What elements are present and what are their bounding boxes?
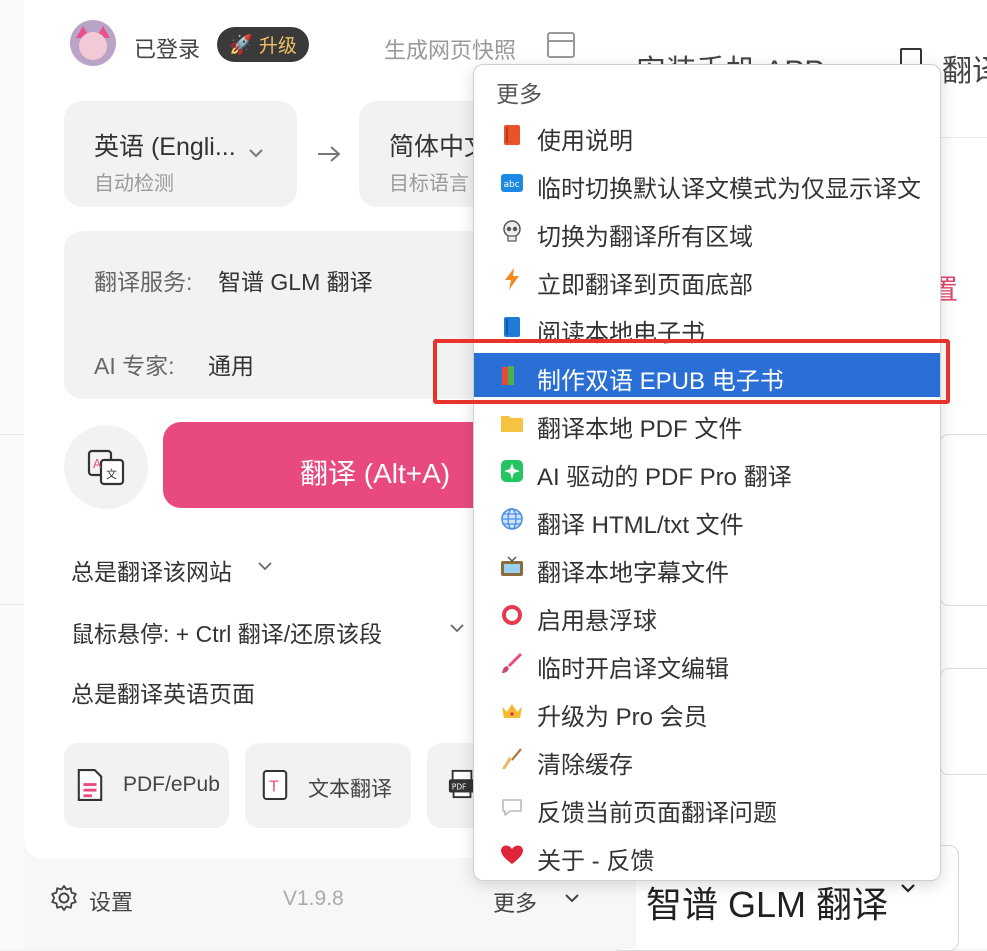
always-translate-language-label: 总是翻译英语页面: [71, 681, 255, 707]
settings-button[interactable]: 设置: [89, 885, 133, 917]
more-button[interactable]: 更多: [493, 886, 537, 918]
ring-icon: [502, 605, 522, 625]
menu-item-label: 立即翻译到页面底部: [537, 272, 753, 299]
chevron-down-icon: [450, 624, 464, 633]
login-status: 已登录: [134, 37, 201, 62]
heart-icon: [501, 845, 523, 864]
manual-book-icon: [504, 125, 520, 145]
tool-pdf-epub[interactable]: PDF/ePub: [64, 743, 229, 828]
menu-item[interactable]: 升级为 Pro 会员: [474, 689, 940, 733]
background-left-strip: [0, 0, 24, 949]
svg-text:abc: abc: [504, 180, 520, 190]
version-label: V1.9.8: [283, 887, 344, 910]
arrow-right-icon[interactable]: [316, 144, 342, 164]
svg-text:T: T: [268, 778, 279, 796]
source-language-name: 英语 (Engli...: [94, 133, 236, 161]
menu-item[interactable]: 翻译本地 PDF 文件: [474, 401, 940, 445]
avatar[interactable]: [70, 20, 116, 66]
chevron-down-icon: [249, 149, 263, 158]
svg-text:文: 文: [106, 467, 117, 481]
menu-item[interactable]: 切换为翻译所有区域: [474, 209, 940, 253]
chevron-down-icon: [565, 894, 579, 903]
service-label: 翻译服务:: [94, 269, 193, 295]
menu-item[interactable]: 反馈当前页面翻译问题: [474, 785, 940, 829]
brush-icon: [502, 653, 522, 673]
hover-translate-label: 鼠标悬停: + Ctrl 翻译/还原该段: [71, 621, 383, 647]
background-panel: [940, 434, 987, 606]
upgrade-label: 升级: [258, 36, 297, 57]
svg-text:PDF: PDF: [452, 783, 467, 792]
background-header-link-2[interactable]: 翻译: [942, 46, 987, 90]
menu-item-label: 清除缓存: [537, 752, 633, 779]
menu-item[interactable]: 立即翻译到页面底部: [474, 257, 940, 301]
menu-item-label: 切换为翻译所有区域: [537, 224, 753, 251]
source-language-hint: 自动检测: [94, 173, 174, 195]
chevron-down-icon: [901, 884, 915, 893]
menu-item[interactable]: 启用悬浮球: [474, 593, 940, 637]
menu-item[interactable]: AI 驱动的 PDF Pro 翻译: [474, 449, 940, 493]
menu-item-label: 翻译本地字幕文件: [537, 560, 729, 587]
menu-item-label: 升级为 Pro 会员: [537, 704, 708, 731]
pdf-file-icon: [77, 769, 103, 801]
upgrade-button[interactable]: 🚀 升级: [217, 27, 309, 62]
svg-text:A: A: [93, 457, 102, 471]
folder-icon: [501, 416, 523, 432]
ai-expert-label: AI 专家:: [94, 353, 175, 379]
menu-item-label: 关于 - 反馈: [537, 848, 655, 875]
tool-pdf-epub-label: PDF/ePub: [123, 773, 220, 796]
chevron-down-icon: [258, 562, 272, 571]
more-menu: 更多 使用说明 abc 临时切换默认译文模式为仅显示译文 切换为翻译所有区域 立即翻译到…: [473, 64, 941, 881]
menu-item-label: AI 驱动的 PDF Pro 翻译: [537, 464, 792, 491]
always-translate-site-select[interactable]: 总是翻译该网站: [71, 553, 232, 587]
always-translate-language-option[interactable]: 总是翻译英语页面: [71, 675, 255, 709]
always-translate-site-label: 总是翻译该网站: [71, 559, 232, 585]
background-panel: [940, 668, 987, 775]
menu-item[interactable]: 临时开启译文编辑: [474, 641, 940, 685]
speech-bubble-icon: [502, 799, 522, 816]
divider: [0, 604, 24, 605]
menu-title: 更多: [496, 81, 542, 107]
menu-item[interactable]: 使用说明: [474, 113, 940, 157]
sparkle-icon: [501, 460, 523, 482]
menu-item-label: 翻译 HTML/txt 文件: [537, 512, 744, 539]
globe-icon: [501, 508, 523, 530]
snapshot-button[interactable]: 生成网页快照: [384, 33, 516, 65]
translate-button-label: 翻译 (Alt+A): [300, 458, 451, 489]
lightning-icon: [505, 268, 519, 290]
gear-icon[interactable]: [50, 884, 78, 912]
abc-icon: abc: [501, 174, 523, 192]
rocket-icon: 🚀: [229, 34, 253, 56]
menu-item-label: 临时切换默认译文模式为仅显示译文: [537, 176, 921, 203]
crown-icon: [502, 704, 522, 718]
divider: [0, 434, 24, 435]
blue-book-icon: [504, 317, 520, 337]
translate-icon: A 文: [87, 449, 125, 486]
menu-item-label: 翻译本地 PDF 文件: [537, 416, 743, 443]
tool-text-translate-label: 文本翻译: [308, 778, 392, 801]
translate-mode-button[interactable]: A 文: [64, 425, 148, 509]
menu-item[interactable]: abc 临时切换默认译文模式为仅显示译文: [474, 161, 940, 205]
text-translate-icon: T: [262, 769, 288, 801]
tv-icon: [501, 556, 523, 576]
menu-item-label: 临时开启译文编辑: [537, 656, 729, 683]
menu-item[interactable]: 清除缓存: [474, 737, 940, 781]
skull-icon: [503, 220, 521, 242]
snapshot-icon[interactable]: [547, 32, 575, 58]
tool-text-translate[interactable]: T 文本翻译: [245, 743, 411, 828]
menu-item[interactable]: 翻译本地字幕文件: [474, 545, 940, 589]
menu-item-label: 启用悬浮球: [537, 608, 657, 635]
service-value: 智谱 GLM 翻译: [218, 269, 373, 295]
menu-item[interactable]: 翻译 HTML/txt 文件: [474, 497, 940, 541]
source-language-select[interactable]: 英语 (Engli... 自动检测: [64, 101, 297, 207]
hover-translate-select[interactable]: 鼠标悬停: + Ctrl 翻译/还原该段: [71, 615, 382, 649]
highlight-annotation: [433, 339, 950, 404]
menu-item-label: 反馈当前页面翻译问题: [537, 800, 777, 827]
background-service-select-value: 智谱 GLM 翻译: [646, 884, 889, 925]
menu-item[interactable]: 关于 - 反馈: [474, 833, 940, 877]
broom-icon: [502, 748, 522, 769]
target-language-hint: 目标语言: [389, 173, 469, 195]
ai-expert-value: 通用: [208, 353, 254, 379]
menu-item-label: 使用说明: [537, 128, 633, 155]
